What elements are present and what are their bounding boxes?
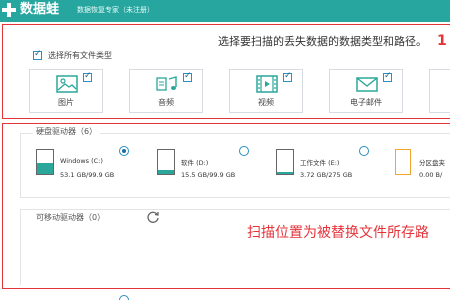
refresh-icon[interactable] bbox=[146, 210, 160, 224]
drive-size: 53.1 GB/99.9 GB bbox=[60, 171, 115, 179]
email-type-checkbox[interactable] bbox=[383, 71, 392, 82]
annotation-number: 1 bbox=[437, 33, 447, 49]
mail-icon bbox=[356, 77, 378, 92]
instruction-text: 选择要扫描的丢失数据的数据类型和路径。 bbox=[218, 35, 427, 48]
file-type-tile-video[interactable]: 视频 bbox=[229, 69, 303, 113]
removable-drive-title: 可移动驱动器（0） bbox=[33, 212, 109, 223]
drive-name: Windows (C:) bbox=[60, 157, 103, 165]
file-type-tile-email[interactable]: 电子邮件 bbox=[329, 69, 403, 113]
app-name: 数据蛙 bbox=[20, 2, 60, 17]
select-all-checkbox-row[interactable]: 选择所有文件类型 bbox=[33, 49, 112, 61]
drive-name: 工作文件 (E:) bbox=[300, 159, 340, 167]
film-icon bbox=[256, 75, 278, 93]
file-type-tile-image[interactable]: 图片 bbox=[29, 69, 103, 113]
tile-label: 音频 bbox=[158, 98, 174, 107]
select-all-label: 选择所有文件类型 bbox=[48, 51, 112, 60]
drive-size: 0.00 B/ bbox=[419, 171, 443, 179]
tile-label: 图片 bbox=[58, 98, 74, 107]
drive-size: 3.72 GB/275 GB bbox=[300, 171, 353, 179]
music-icon bbox=[156, 76, 177, 91]
drive-name: 分区盘夹 bbox=[419, 159, 445, 167]
drive-icon bbox=[395, 149, 411, 175]
video-type-checkbox[interactable] bbox=[283, 71, 292, 82]
drive-icon bbox=[36, 149, 54, 175]
tile-label: 电子邮件 bbox=[350, 98, 382, 107]
file-type-tile-partial[interactable] bbox=[429, 69, 450, 113]
bottom-radio[interactable] bbox=[119, 295, 129, 300]
title-bar: 数据蛙 数据恢复专家（未注册） bbox=[0, 0, 450, 22]
scan-location-annotation: 扫描位置为被替换文件所存路 bbox=[247, 225, 429, 241]
hard-disk-title: 硬盘驱动器（6） bbox=[33, 126, 101, 137]
drive-icon bbox=[276, 149, 294, 175]
file-type-tile-audio[interactable]: 音频 bbox=[129, 69, 203, 113]
app-subtitle: 数据恢复专家（未注册） bbox=[77, 6, 154, 14]
select-all-checkbox[interactable] bbox=[33, 49, 42, 60]
drive-name: 软件 (D:) bbox=[181, 159, 209, 167]
drive-d-radio[interactable] bbox=[239, 146, 249, 156]
logo-plus-icon bbox=[2, 3, 16, 17]
drive-icon bbox=[157, 149, 175, 175]
audio-type-checkbox[interactable] bbox=[183, 71, 192, 82]
tile-label: 视频 bbox=[258, 98, 274, 107]
image-type-checkbox[interactable] bbox=[83, 71, 92, 82]
drive-e-radio[interactable] bbox=[359, 146, 369, 156]
drive-size: 15.5 GB/99.9 GB bbox=[181, 171, 236, 179]
hard-disk-group bbox=[20, 133, 450, 198]
drive-c-radio[interactable] bbox=[119, 146, 129, 156]
image-icon bbox=[56, 75, 78, 93]
